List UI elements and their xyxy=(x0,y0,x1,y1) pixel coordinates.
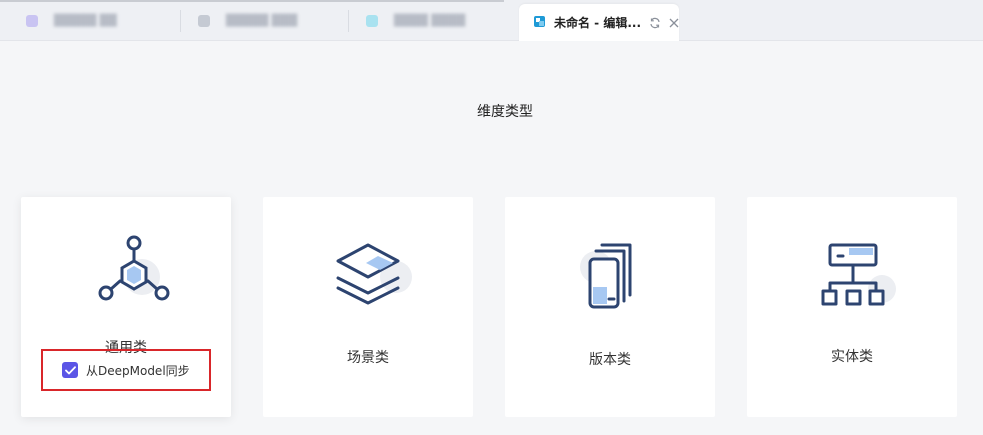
close-icon[interactable] xyxy=(669,18,679,28)
refresh-icon[interactable] xyxy=(649,17,661,29)
sync-checkbox[interactable] xyxy=(62,362,78,378)
sync-checkbox-label: 从DeepModel同步 xyxy=(86,363,190,378)
document-app-icon xyxy=(533,15,546,31)
tab-3[interactable]: ████ ████ xyxy=(352,0,512,41)
tab-2-blurred-text: █████ ███ xyxy=(226,14,298,27)
tab-favicon-icon xyxy=(366,14,378,27)
active-tab-title: 未命名 - 编辑... xyxy=(554,16,642,30)
layers-stack-icon xyxy=(320,233,416,313)
card-label-version: 版本类 xyxy=(589,352,631,368)
card-label-scenario: 场景类 xyxy=(347,350,389,366)
dimension-card-scenario[interactable]: 场景类 xyxy=(263,197,473,417)
document-copies-icon xyxy=(562,233,658,313)
tab-separator xyxy=(180,10,181,32)
page-title: 维度类型 xyxy=(477,104,533,120)
sync-from-deepmodel-option[interactable]: 从DeepModel同步 xyxy=(41,349,211,391)
hexagon-network-icon xyxy=(78,233,174,313)
browser-tab-bar: █████ ██ █████ ███ ████ ████ 未命名 - 编辑... xyxy=(0,0,983,41)
dimension-card-version[interactable]: 版本类 xyxy=(505,197,715,417)
tab-2[interactable]: █████ ███ xyxy=(184,0,348,41)
org-chart-icon xyxy=(804,233,900,313)
dimension-card-entity[interactable]: 实体类 xyxy=(747,197,957,417)
tab-1-blurred-text: █████ ██ xyxy=(54,14,117,27)
tab-separator xyxy=(348,10,349,32)
tab-favicon-icon xyxy=(198,14,210,27)
tab-active[interactable]: 未命名 - 编辑... xyxy=(519,4,679,41)
card-label-entity: 实体类 xyxy=(831,349,873,365)
tab-3-blurred-text: ████ ████ xyxy=(394,14,466,27)
tab-favicon-icon xyxy=(26,14,38,27)
tab-1[interactable]: █████ ██ xyxy=(12,0,180,41)
checkmark-icon xyxy=(64,365,76,374)
